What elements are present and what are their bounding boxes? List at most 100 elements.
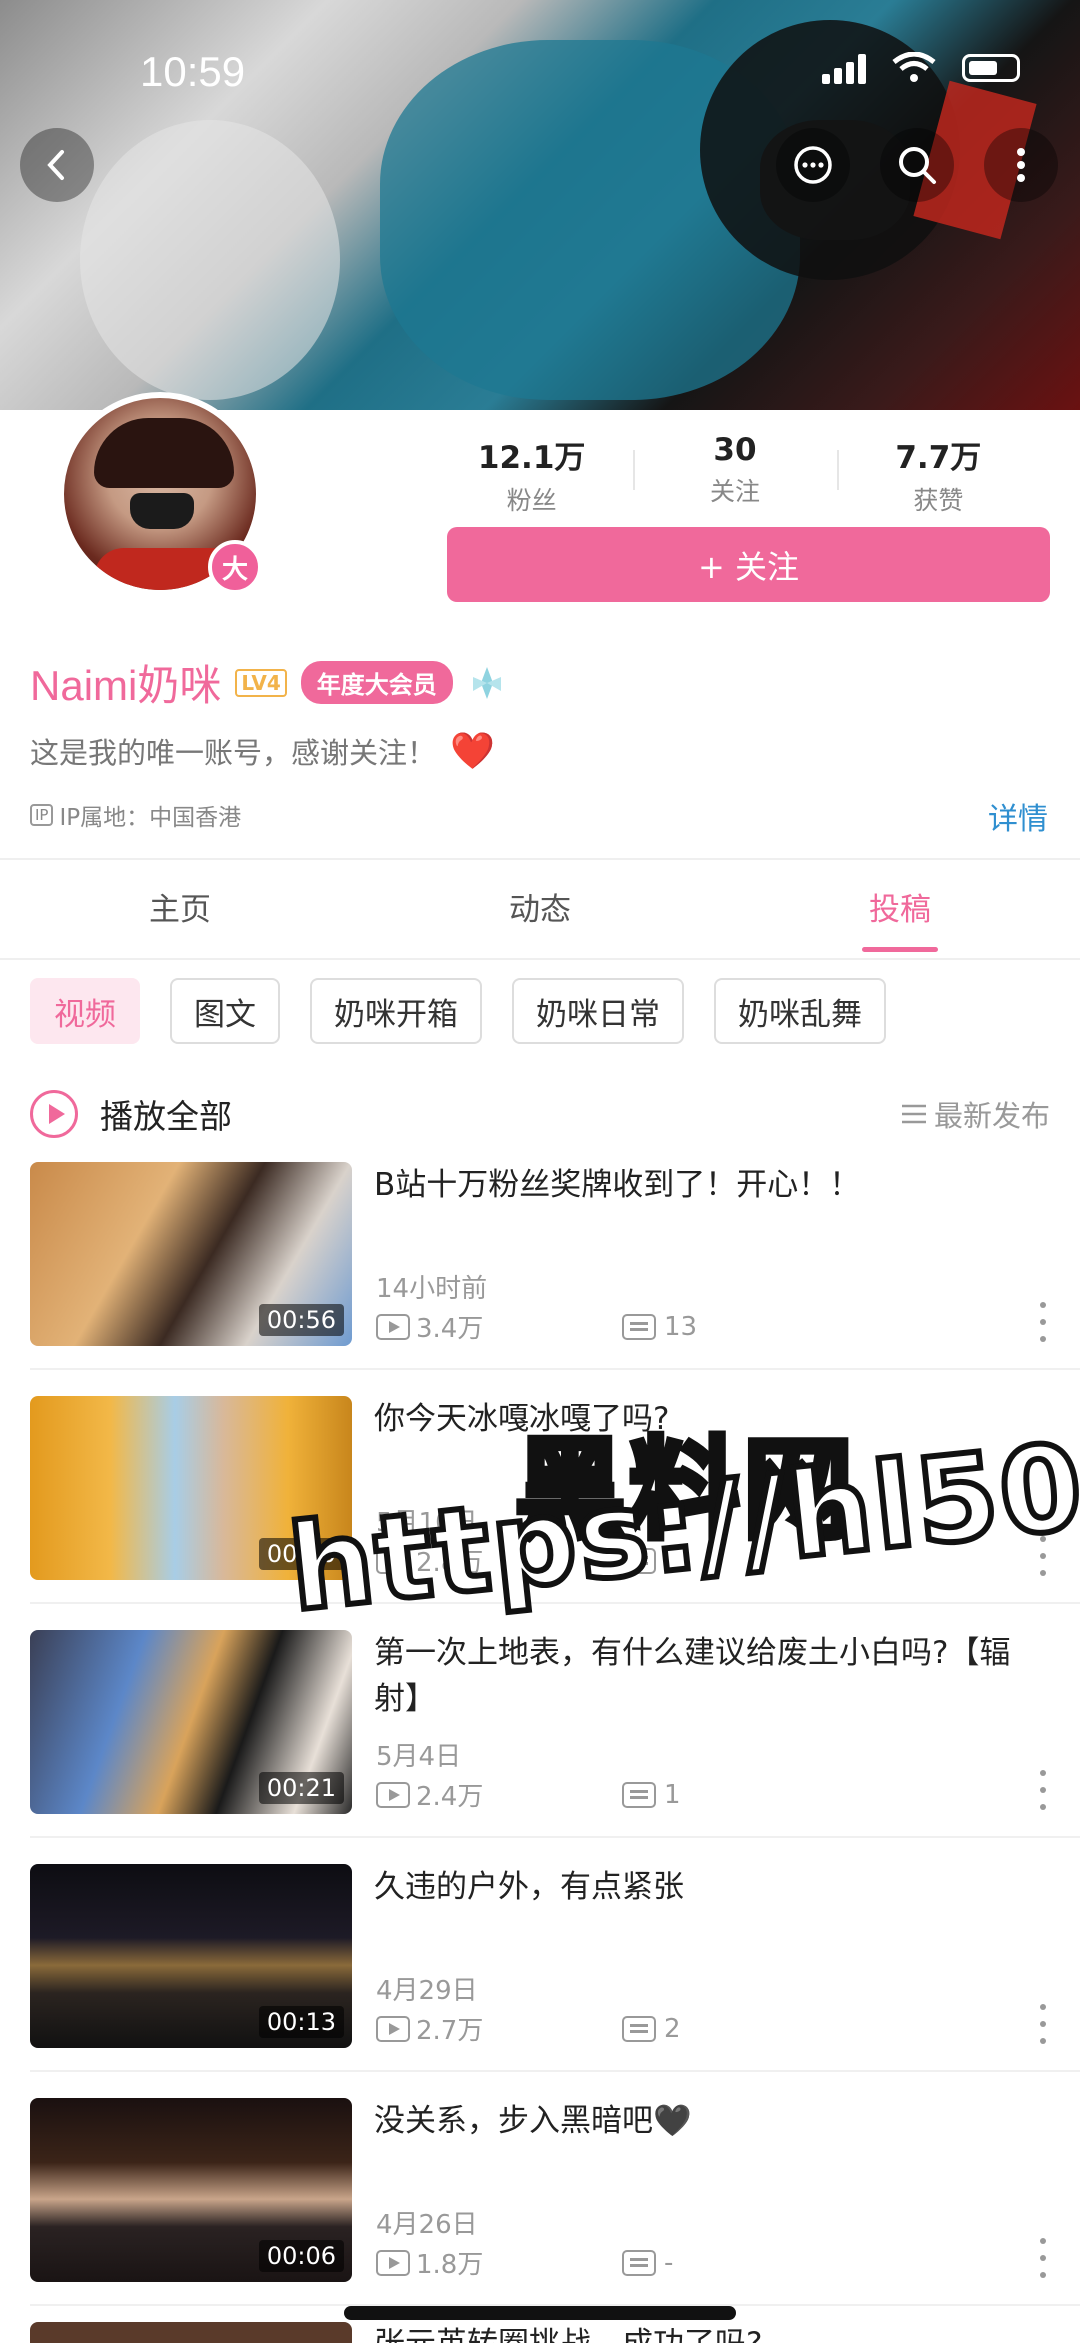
video-thumbnail[interactable]: 00:56: [30, 1162, 352, 1346]
play-count-icon: [376, 1313, 410, 1340]
follow-button[interactable]: + 关注: [447, 527, 1050, 602]
stat-likes[interactable]: 7.7万 获赞: [836, 432, 1040, 515]
content-filters: 视频 图文 奶咪开箱 奶咪日常 奶咪乱舞: [30, 978, 886, 1044]
danmaku-count: 2: [622, 2014, 681, 2044]
search-button[interactable]: [880, 128, 954, 202]
video-date: 14小时前: [376, 1274, 488, 1304]
battery-icon: [962, 54, 1020, 82]
stat-following[interactable]: 30 关注: [633, 432, 836, 512]
video-more-icon[interactable]: [1038, 2004, 1048, 2044]
next-video-title[interactable]: 张元英转圈挑战，成功了吗?: [374, 2318, 762, 2343]
video-item[interactable]: 00:56 B站十万粉丝奖牌收到了！开心！！ 14小时前 3.4万 13: [30, 1162, 1050, 1346]
divider: [0, 858, 1080, 860]
big-member-badge: 大: [208, 540, 262, 594]
chat-bubble-icon: [794, 146, 832, 184]
heart-emoji: ❤️: [450, 731, 495, 772]
next-video-thumbnail[interactable]: [30, 2322, 352, 2343]
filter-image-text[interactable]: 图文: [170, 978, 280, 1044]
divider: [30, 1368, 1080, 1370]
danmaku-icon: [622, 2249, 656, 2276]
list-icon: [901, 1104, 926, 1124]
video-date: 4月26日: [376, 2210, 478, 2240]
stat-label: 粉丝: [506, 486, 557, 515]
message-button[interactable]: [776, 128, 850, 202]
video-duration: 00:13: [258, 2006, 344, 2038]
filter-video[interactable]: 视频: [30, 978, 140, 1044]
video-meta: 2.4万 1: [376, 1776, 681, 1813]
play-count: 1.8万: [376, 2244, 622, 2281]
danmaku-value: 1: [664, 1779, 681, 1810]
username: Naimi奶咪: [30, 662, 222, 709]
play-count-icon: [376, 2249, 410, 2276]
play-all-label: 播放全部: [100, 1097, 232, 1136]
home-indicator[interactable]: [344, 2306, 736, 2320]
tab-home[interactable]: 主页: [0, 870, 360, 960]
ip-tag-icon: IP: [30, 804, 54, 826]
video-item[interactable]: 00:21 第一次上地表，有什么建议给废土小白吗?【辐射】 5月4日 2.4万 …: [30, 1630, 1050, 1814]
danmaku-value: 2: [664, 2013, 681, 2044]
stat-label: 获赞: [913, 486, 964, 515]
filter-daily[interactable]: 奶咪日常: [512, 978, 684, 1044]
video-meta: 3.4万 13: [376, 1308, 697, 1345]
profile-stats: 12.1万 粉丝 30 关注 7.7万 获赞: [430, 432, 1040, 515]
video-more-icon[interactable]: [1038, 2238, 1048, 2278]
search-icon: [899, 147, 936, 184]
sort-label: 最新发布: [933, 1099, 1050, 1133]
danmaku-icon: [622, 1313, 656, 1340]
video-more-icon[interactable]: [1038, 1770, 1048, 1810]
video-item[interactable]: 00:13 久违的户外，有点紧张 4月29日 2.7万 2: [30, 1864, 1050, 2048]
video-title[interactable]: 第一次上地表，有什么建议给废土小白吗?【辐射】: [374, 1630, 1050, 1722]
video-duration: 00:21: [258, 1772, 344, 1804]
filter-unboxing[interactable]: 奶咪开箱: [310, 978, 482, 1044]
back-button[interactable]: [20, 128, 94, 202]
level-badge: LV4: [235, 668, 287, 697]
play-count-value: 2.4万: [416, 1782, 484, 1812]
divider: [0, 958, 1080, 960]
vip-badge[interactable]: 年度大会员: [300, 661, 453, 704]
detail-link[interactable]: 详情: [988, 794, 1048, 838]
status-icons: [822, 52, 1020, 84]
danmaku-count: 13: [622, 1312, 697, 1342]
danmaku-icon: [622, 2015, 656, 2042]
video-thumbnail[interactable]: 00:21: [30, 1630, 352, 1814]
video-thumbnail[interactable]: 00:06: [30, 2098, 352, 2282]
video-date: 4月29日: [376, 1976, 478, 2006]
play-count: 2.7万: [376, 2010, 622, 2047]
danmaku-count: 1: [622, 1780, 681, 1810]
wifi-icon: [892, 52, 936, 82]
video-meta: 2.7万 2: [376, 2010, 681, 2047]
stat-value: 30: [713, 432, 757, 468]
danmaku-value: -: [664, 2247, 674, 2278]
video-date: 5月4日: [376, 1742, 462, 1772]
signature: 这是我的唯一账号，感谢关注！ ❤️: [30, 730, 495, 772]
play-all-button[interactable]: 播放全部: [30, 1090, 232, 1138]
stat-label: 关注: [709, 477, 760, 506]
danmaku-icon: [622, 1781, 656, 1808]
tab-submissions[interactable]: 投稿: [720, 870, 1080, 960]
more-vertical-icon: [1017, 148, 1025, 182]
video-thumbnail[interactable]: 00:13: [30, 1864, 352, 2048]
back-arrow-icon: [47, 150, 64, 180]
signature-text: 这是我的唯一账号，感谢关注！: [30, 736, 437, 770]
video-item[interactable]: 00:06 没关系，步入黑暗吧🖤 4月26日 1.8万 -: [30, 2098, 1050, 2282]
more-button[interactable]: [984, 128, 1058, 202]
stat-value: 12.1万: [477, 440, 586, 476]
play-count: 2.4万: [376, 1776, 622, 1813]
video-more-icon[interactable]: [1038, 1302, 1048, 1342]
tab-dynamics[interactable]: 动态: [360, 870, 720, 960]
video-duration: 00:56: [258, 1304, 344, 1336]
sort-button[interactable]: 最新发布: [900, 1093, 1050, 1135]
stat-followers[interactable]: 12.1万 粉丝: [430, 432, 633, 515]
danmaku-value: 13: [664, 1311, 698, 1342]
video-title[interactable]: 没关系，步入黑暗吧🖤: [374, 2098, 1050, 2144]
ip-location-text: IP属地：中国香港: [59, 805, 242, 831]
play-count-icon: [376, 2015, 410, 2042]
play-all-row: 播放全部 最新发布: [30, 1084, 1050, 1144]
filter-dance[interactable]: 奶咪乱舞: [714, 978, 886, 1044]
divider: [30, 2070, 1080, 2072]
video-title[interactable]: B站十万粉丝奖牌收到了！开心！！: [374, 1162, 1050, 1208]
stat-value: 7.7万: [895, 440, 982, 476]
play-count-value: 1.8万: [416, 2250, 484, 2280]
pendant-icon: [472, 666, 501, 699]
video-title[interactable]: 久违的户外，有点紧张: [374, 1864, 1050, 1910]
